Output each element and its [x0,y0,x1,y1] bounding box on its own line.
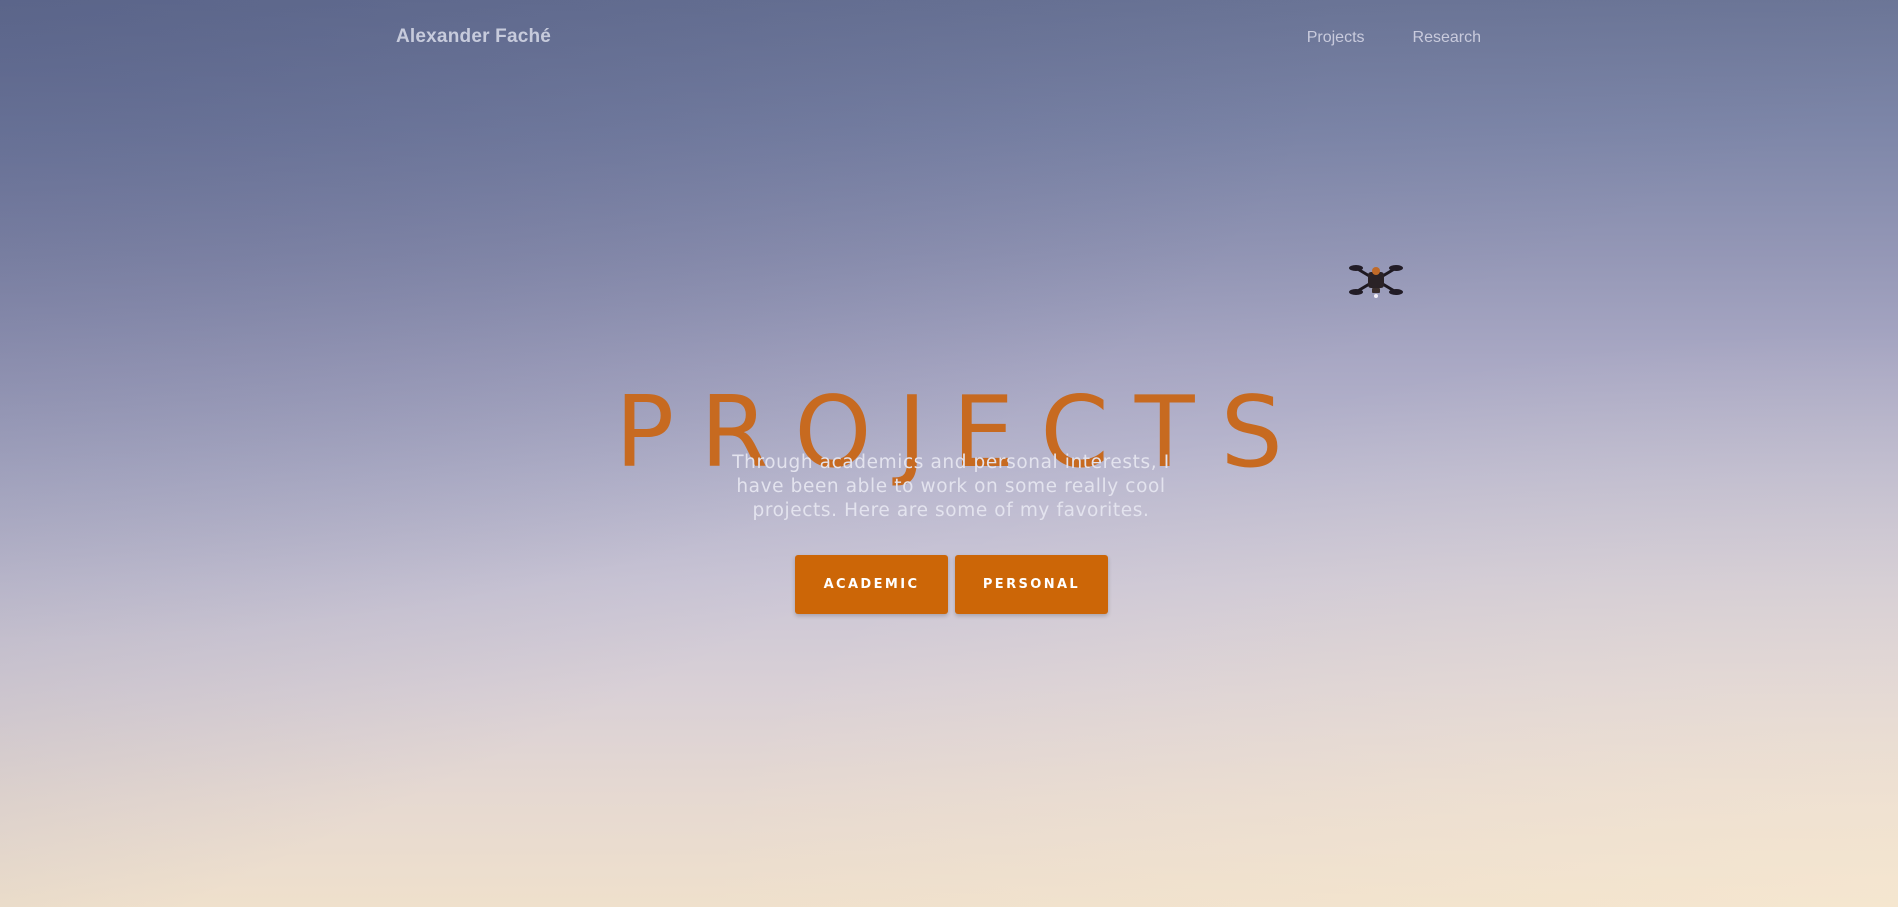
hero-subtitle: Through academics and personal interests… [732,451,1170,521]
personal-button[interactable]: PERSONAL [955,555,1108,614]
hero-content: PROJECTS Through academics and personal … [0,0,1898,907]
academic-button[interactable]: ACADEMIC [795,555,948,614]
hero-buttons: ACADEMIC PERSONAL [795,555,1108,614]
